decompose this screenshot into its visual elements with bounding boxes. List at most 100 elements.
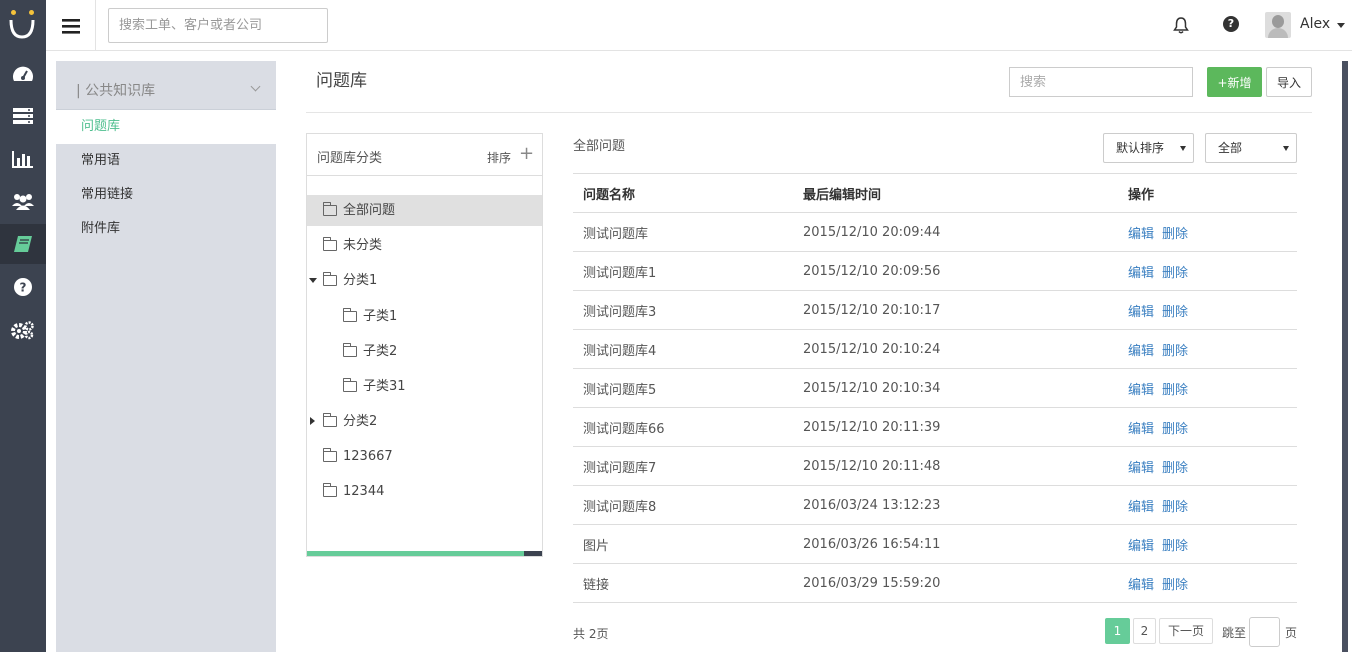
category-panel-header: 问题库分类 排序 + xyxy=(307,134,542,176)
user-menu-caret-icon[interactable] xyxy=(1337,23,1345,28)
table-row: 测试问题库7 2015/12/10 20:11:48 编辑 删除 xyxy=(573,446,1297,486)
collapse-triangle-icon[interactable] xyxy=(310,417,315,425)
logo[interactable] xyxy=(0,0,46,50)
category-node-123667[interactable]: 123667 xyxy=(323,441,393,472)
edit-link[interactable]: 编辑 xyxy=(1128,266,1154,281)
folder-icon xyxy=(323,202,337,216)
rail-help[interactable]: ? xyxy=(0,267,46,307)
edit-time-cell: 2015/12/10 20:10:34 xyxy=(793,368,1118,408)
category-node-uncategorized[interactable]: 未分类 xyxy=(323,230,382,261)
question-list-title: 全部问题 xyxy=(573,139,626,154)
jump-page-input[interactable] xyxy=(1249,617,1280,647)
svg-text:?: ? xyxy=(20,281,27,295)
delete-link[interactable]: 删除 xyxy=(1162,344,1188,359)
question-name-cell: 测试问题库3 xyxy=(573,290,793,330)
rail-reports[interactable] xyxy=(0,139,46,179)
edit-link[interactable]: 编辑 xyxy=(1128,539,1154,554)
delete-link[interactable]: 删除 xyxy=(1162,578,1188,593)
rail-settings[interactable] xyxy=(0,310,46,350)
table-row: 图片 2016/03/26 16:54:11 编辑 删除 xyxy=(573,524,1297,564)
edit-link[interactable]: 编辑 xyxy=(1128,578,1154,593)
edit-link[interactable]: 编辑 xyxy=(1128,344,1154,359)
delete-link[interactable]: 删除 xyxy=(1162,500,1188,515)
delete-link[interactable]: 删除 xyxy=(1162,227,1188,242)
rail-dashboard[interactable] xyxy=(0,54,46,94)
expand-triangle-icon[interactable] xyxy=(309,278,317,283)
sidebar-item-questions[interactable]: 问题库 xyxy=(56,110,276,144)
scrollbar-thumb[interactable] xyxy=(1342,61,1348,652)
help-icon: ? xyxy=(14,278,32,296)
folder-icon xyxy=(323,272,337,286)
sidebar-item-label: 问题库 xyxy=(81,119,121,134)
question-name-cell: 测试问题库8 xyxy=(573,485,793,525)
sidebar-item-phrases[interactable]: 常用语 xyxy=(56,144,276,178)
knowledge-sidebar: | 公共知识库 问题库 常用语 常用链接 附件库 xyxy=(56,61,276,652)
actions-cell: 编辑 删除 xyxy=(1118,485,1297,525)
sidebar-item-label: 常用链接 xyxy=(81,187,134,202)
username[interactable]: Alex xyxy=(1300,16,1330,32)
table-row: 测试问题库3 2015/12/10 20:10:17 编辑 删除 xyxy=(573,290,1297,330)
page-total: 共 2页 xyxy=(573,627,609,641)
category-node-cat2[interactable]: 分类2 xyxy=(323,406,377,437)
sort-order-select[interactable]: 默认排序 xyxy=(1103,133,1194,163)
edit-link[interactable]: 编辑 xyxy=(1128,500,1154,515)
menu-toggle-button[interactable] xyxy=(46,0,96,51)
category-node-12344[interactable]: 12344 xyxy=(323,476,384,507)
question-name-cell: 测试问题库 xyxy=(573,212,793,252)
sidebar-item-label: 附件库 xyxy=(81,221,121,236)
delete-link[interactable]: 删除 xyxy=(1162,305,1188,320)
table-row: 测试问题库 2015/12/10 20:09:44 编辑 删除 xyxy=(573,212,1297,252)
sidebar-item-links[interactable]: 常用链接 xyxy=(56,178,276,212)
add-question-button[interactable]: +新增 xyxy=(1207,67,1262,97)
category-node-sub1[interactable]: 子类1 xyxy=(343,301,397,332)
rail-knowledge[interactable] xyxy=(0,224,46,264)
edit-link[interactable]: 编辑 xyxy=(1128,227,1154,242)
book-icon xyxy=(14,236,32,252)
next-page-button[interactable]: 下一页 xyxy=(1159,618,1213,644)
table-row: 链接 2016/03/29 15:59:20 编辑 删除 xyxy=(573,563,1297,603)
delete-link[interactable]: 删除 xyxy=(1162,266,1188,281)
actions-cell: 编辑 删除 xyxy=(1118,329,1297,369)
import-button[interactable]: 导入 xyxy=(1266,67,1312,97)
question-name-cell: 测试问题库4 xyxy=(573,329,793,369)
folder-icon xyxy=(323,237,337,251)
avatar[interactable] xyxy=(1265,12,1291,38)
rail-server[interactable] xyxy=(0,96,46,136)
delete-link[interactable]: 删除 xyxy=(1162,539,1188,554)
page-button-2[interactable]: 2 xyxy=(1133,618,1156,644)
column-header-time[interactable]: 最后编辑时间 xyxy=(793,173,1118,213)
filter-select[interactable]: 全部 xyxy=(1205,133,1297,163)
edit-link[interactable]: 编辑 xyxy=(1128,383,1154,398)
delete-link[interactable]: 删除 xyxy=(1162,422,1188,437)
edit-link[interactable]: 编辑 xyxy=(1128,305,1154,320)
select-arrow-icon xyxy=(1180,146,1186,151)
edit-link[interactable]: 编辑 xyxy=(1128,461,1154,476)
sidebar-item-attachments[interactable]: 附件库 xyxy=(56,212,276,246)
edit-link[interactable]: 编辑 xyxy=(1128,422,1154,437)
category-node-all[interactable]: 全部问题 xyxy=(307,195,542,226)
category-panel: 问题库分类 排序 + 全部问题 未分类 分类1 子类1 子类2 子类31 分类2… xyxy=(306,133,543,557)
category-panel-title: 问题库分类 xyxy=(317,151,383,166)
question-search-input[interactable] xyxy=(1009,67,1193,97)
global-search-input[interactable] xyxy=(108,8,328,43)
page-button-1[interactable]: 1 xyxy=(1105,618,1130,644)
column-header-name[interactable]: 问题名称 xyxy=(573,173,793,213)
delete-link[interactable]: 删除 xyxy=(1162,383,1188,398)
edit-time-cell: 2015/12/10 20:09:56 xyxy=(793,251,1118,291)
column-header-actions: 操作 xyxy=(1118,173,1297,213)
sort-categories-button[interactable]: 排序 xyxy=(487,149,511,166)
bell-icon[interactable] xyxy=(1173,16,1189,34)
knowledge-sidebar-header[interactable]: | 公共知识库 xyxy=(56,61,276,110)
help-icon[interactable]: ? xyxy=(1223,16,1239,32)
category-scrollbar-track[interactable] xyxy=(307,551,524,556)
rail-customers[interactable] xyxy=(0,181,46,221)
category-scrollbar-thumb[interactable] xyxy=(524,551,542,556)
add-category-icon[interactable]: + xyxy=(519,145,534,163)
category-node-sub2[interactable]: 子类2 xyxy=(343,336,397,367)
category-node-sub31[interactable]: 子类31 xyxy=(343,371,406,402)
delete-link[interactable]: 删除 xyxy=(1162,461,1188,476)
page-unit-label: 页 xyxy=(1285,626,1298,640)
category-node-cat1[interactable]: 分类1 xyxy=(323,265,377,296)
actions-cell: 编辑 删除 xyxy=(1118,563,1297,603)
settings-icon xyxy=(11,321,34,340)
